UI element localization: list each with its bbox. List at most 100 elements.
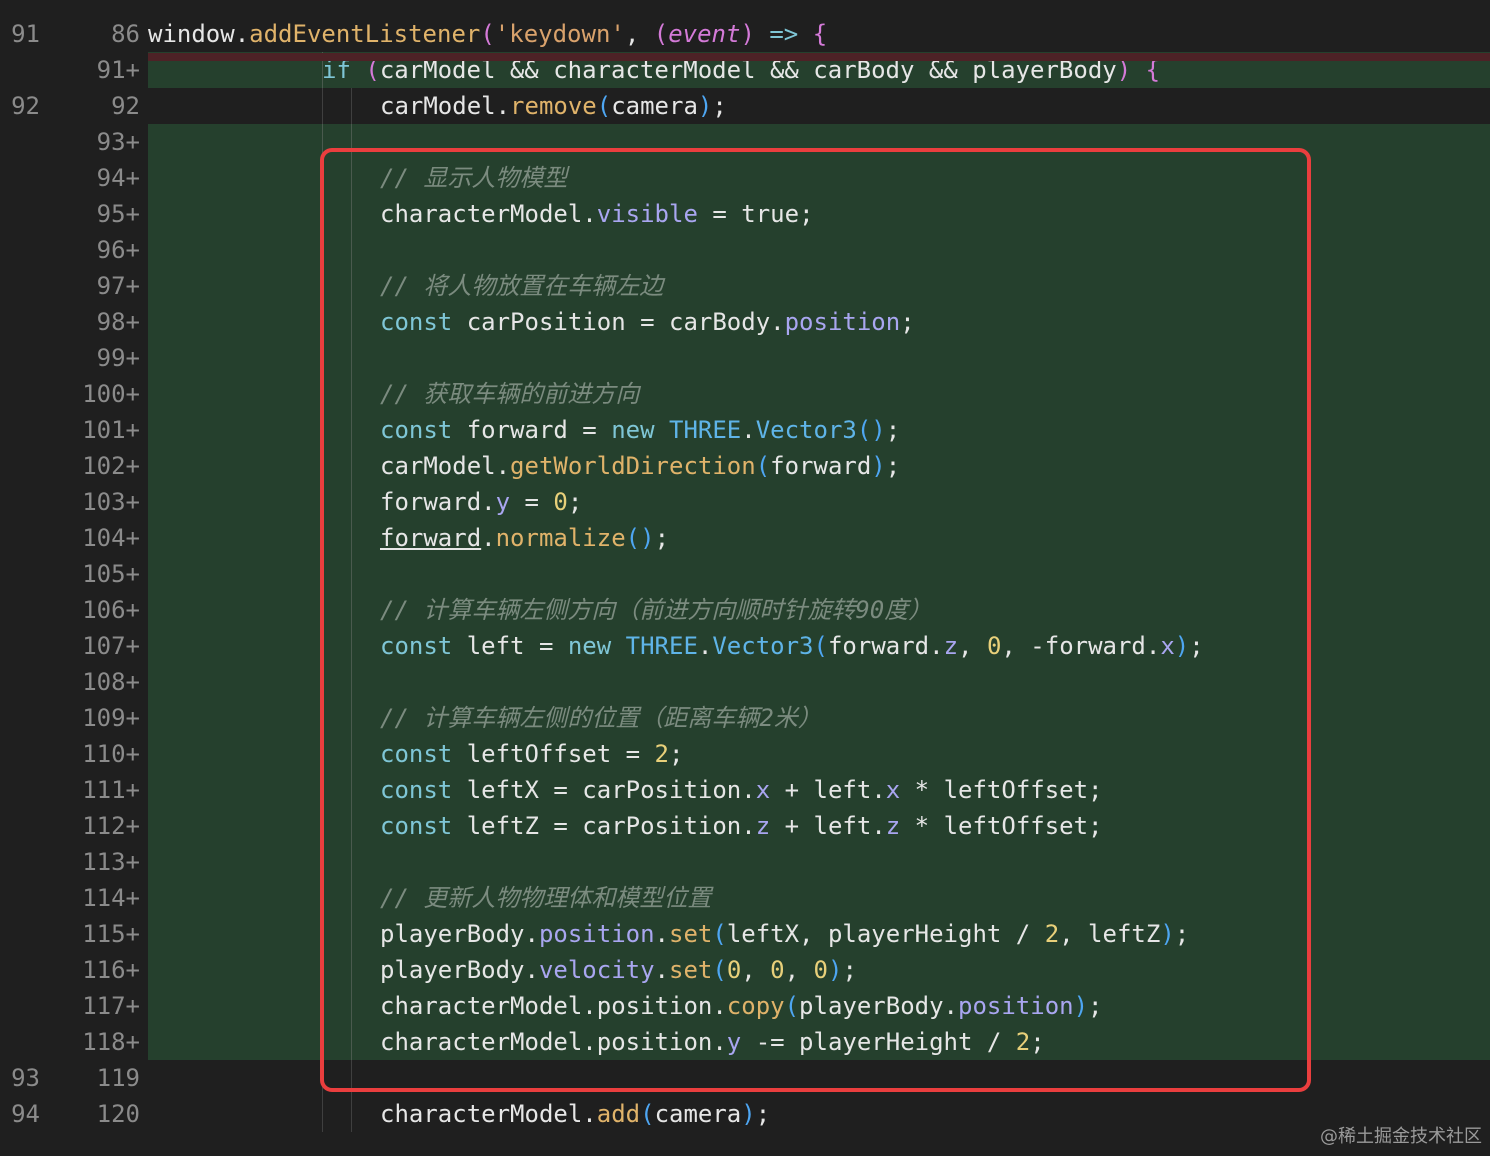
code-token: ) bbox=[697, 92, 713, 120]
indent-guide bbox=[322, 1024, 323, 1060]
code-token: characterModel bbox=[380, 200, 583, 228]
new-line-number: 94+ bbox=[96, 164, 140, 192]
code-line[interactable]: 114+ // 更新人物物理体和模型位置 bbox=[0, 880, 1490, 916]
code-line[interactable]: 107+ const left = new THREE.Vector3(forwa… bbox=[0, 628, 1490, 664]
new-line-number: 96+ bbox=[96, 236, 140, 264]
old-line-number bbox=[0, 592, 40, 628]
indent-guide bbox=[322, 124, 323, 160]
code-token: forward bbox=[380, 488, 482, 516]
code-line[interactable]: 109+ // 计算车辆左侧的位置（距离车辆2米） bbox=[0, 700, 1490, 736]
indent-guide bbox=[351, 1096, 352, 1132]
indent-guide bbox=[322, 1060, 323, 1096]
code-line[interactable]: 104+ forward.normalize(); bbox=[0, 520, 1490, 556]
code-line[interactable]: 100+ // 获取车辆的前进方向 bbox=[0, 376, 1490, 412]
code-token: forward = bbox=[466, 416, 612, 444]
code-token: ) bbox=[1174, 632, 1190, 660]
old-line-number bbox=[0, 52, 40, 88]
code-line[interactable]: 108+ bbox=[0, 664, 1490, 700]
code-token: * leftOffset; bbox=[900, 776, 1103, 804]
code-token: characterModel bbox=[380, 1100, 583, 1128]
code-token: leftZ = carPosition bbox=[466, 812, 742, 840]
indent-guide bbox=[322, 736, 323, 772]
code-line[interactable]: 106+ // 计算车辆左侧方向（前进方向顺时针旋转90度） bbox=[0, 592, 1490, 628]
code-token: forward bbox=[827, 632, 930, 660]
new-line-number: 108+ bbox=[82, 668, 140, 696]
code-token: forward bbox=[380, 524, 482, 552]
code-token: . bbox=[495, 92, 511, 120]
indent-guide bbox=[351, 88, 352, 124]
indent-guide bbox=[322, 196, 323, 232]
code-token: visible bbox=[596, 200, 698, 228]
old-line-number bbox=[0, 304, 40, 340]
code-cell bbox=[148, 376, 1490, 412]
code-token: add bbox=[596, 1100, 641, 1128]
code-line[interactable]: 97+ // 将人物放置在车辆左边 bbox=[0, 268, 1490, 304]
indent-guide bbox=[351, 340, 352, 376]
code-text: forward.y = 0; bbox=[380, 484, 582, 520]
code-line[interactable]: 105+ bbox=[0, 556, 1490, 592]
code-line[interactable]: 91 86 window.addEventListener('keydown', (… bbox=[0, 16, 1490, 52]
code-token: ( bbox=[755, 452, 771, 480]
code-token: carModel bbox=[380, 452, 496, 480]
code-line[interactable]: 115+ playerBody.position.set(leftX, playe… bbox=[0, 916, 1490, 952]
code-line[interactable]: 110+ const leftOffset = 2; bbox=[0, 736, 1490, 772]
code-line[interactable]: 112+ const leftZ = carPosition.z + left.z… bbox=[0, 808, 1490, 844]
new-line-number: 100+ bbox=[82, 380, 140, 408]
code-token: window bbox=[148, 20, 235, 48]
code-line[interactable]: 117+ characterModel.position.copy(playerB… bbox=[0, 988, 1490, 1024]
code-token: . bbox=[481, 524, 496, 552]
code-token: . bbox=[481, 488, 496, 516]
code-token: ) bbox=[740, 20, 755, 48]
code-line[interactable]: 93 119 bbox=[0, 1060, 1490, 1096]
code-line[interactable]: 113+ bbox=[0, 844, 1490, 880]
code-text: playerBody.position.set(leftX, playerHei… bbox=[380, 916, 1189, 952]
code-token: () bbox=[856, 416, 886, 444]
indent-guide bbox=[351, 412, 352, 448]
code-token: position bbox=[958, 992, 1074, 1020]
code-token: ; bbox=[1174, 920, 1190, 948]
new-line-number: 95+ bbox=[96, 200, 140, 228]
indent-guide bbox=[322, 484, 323, 520]
code-token: . bbox=[697, 632, 713, 660]
code-cell bbox=[148, 232, 1490, 268]
code-token: normalize bbox=[495, 524, 626, 552]
code-text: const carPosition = carBody.position; bbox=[380, 304, 915, 340]
code-line[interactable]: 94+ // 显示人物模型 bbox=[0, 160, 1490, 196]
code-token: 2 bbox=[1015, 1028, 1031, 1056]
code-token: const bbox=[380, 812, 467, 840]
code-line[interactable]: 92 92 carModel.remove(camera); bbox=[0, 88, 1490, 124]
code-line[interactable]: 116+ playerBody.velocity.set(0, 0, 0); bbox=[0, 952, 1490, 988]
indent-guide bbox=[322, 916, 323, 952]
code-line[interactable]: 99+ bbox=[0, 340, 1490, 376]
code-line[interactable]: 118+ characterModel.position.y -= playerH… bbox=[0, 1024, 1490, 1060]
code-token: getWorldDirection bbox=[510, 452, 756, 480]
new-line-number: 115+ bbox=[82, 920, 140, 948]
new-line-number: 104+ bbox=[82, 524, 140, 552]
old-line-number bbox=[0, 952, 40, 988]
code-line[interactable]: 98+ const carPosition = carBody.position; bbox=[0, 304, 1490, 340]
code-line[interactable]: 101+ const forward = new THREE.Vector3(); bbox=[0, 412, 1490, 448]
indent-guide bbox=[322, 664, 323, 700]
code-line[interactable]: 111+ const leftX = carPosition.x + left.x… bbox=[0, 772, 1490, 808]
code-line[interactable]: 102+ carModel.getWorldDirection(forward); bbox=[0, 448, 1490, 484]
indent-guide bbox=[322, 808, 323, 844]
old-line-number bbox=[0, 664, 40, 700]
code-token: . bbox=[582, 200, 597, 228]
indent-guide bbox=[322, 160, 323, 196]
code-token: position bbox=[596, 992, 713, 1020]
code-line[interactable]: 103+ forward.y = 0; bbox=[0, 484, 1490, 520]
code-token: const bbox=[380, 776, 467, 804]
code-cell bbox=[148, 664, 1490, 700]
code-token: . bbox=[524, 956, 539, 984]
code-line[interactable]: 93+ bbox=[0, 124, 1490, 160]
code-token: new bbox=[611, 416, 669, 444]
code-token: . bbox=[741, 776, 756, 804]
code-line[interactable]: 95+ characterModel.visible = true; bbox=[0, 196, 1490, 232]
indent-guide bbox=[322, 304, 323, 340]
code-cell bbox=[148, 196, 1490, 232]
code-line[interactable]: 94 120 characterModel.add(camera); bbox=[0, 1096, 1490, 1132]
code-token: . bbox=[524, 920, 539, 948]
code-token: set bbox=[669, 920, 713, 948]
new-line-number: 116+ bbox=[82, 956, 140, 984]
code-line[interactable]: 96+ bbox=[0, 232, 1490, 268]
